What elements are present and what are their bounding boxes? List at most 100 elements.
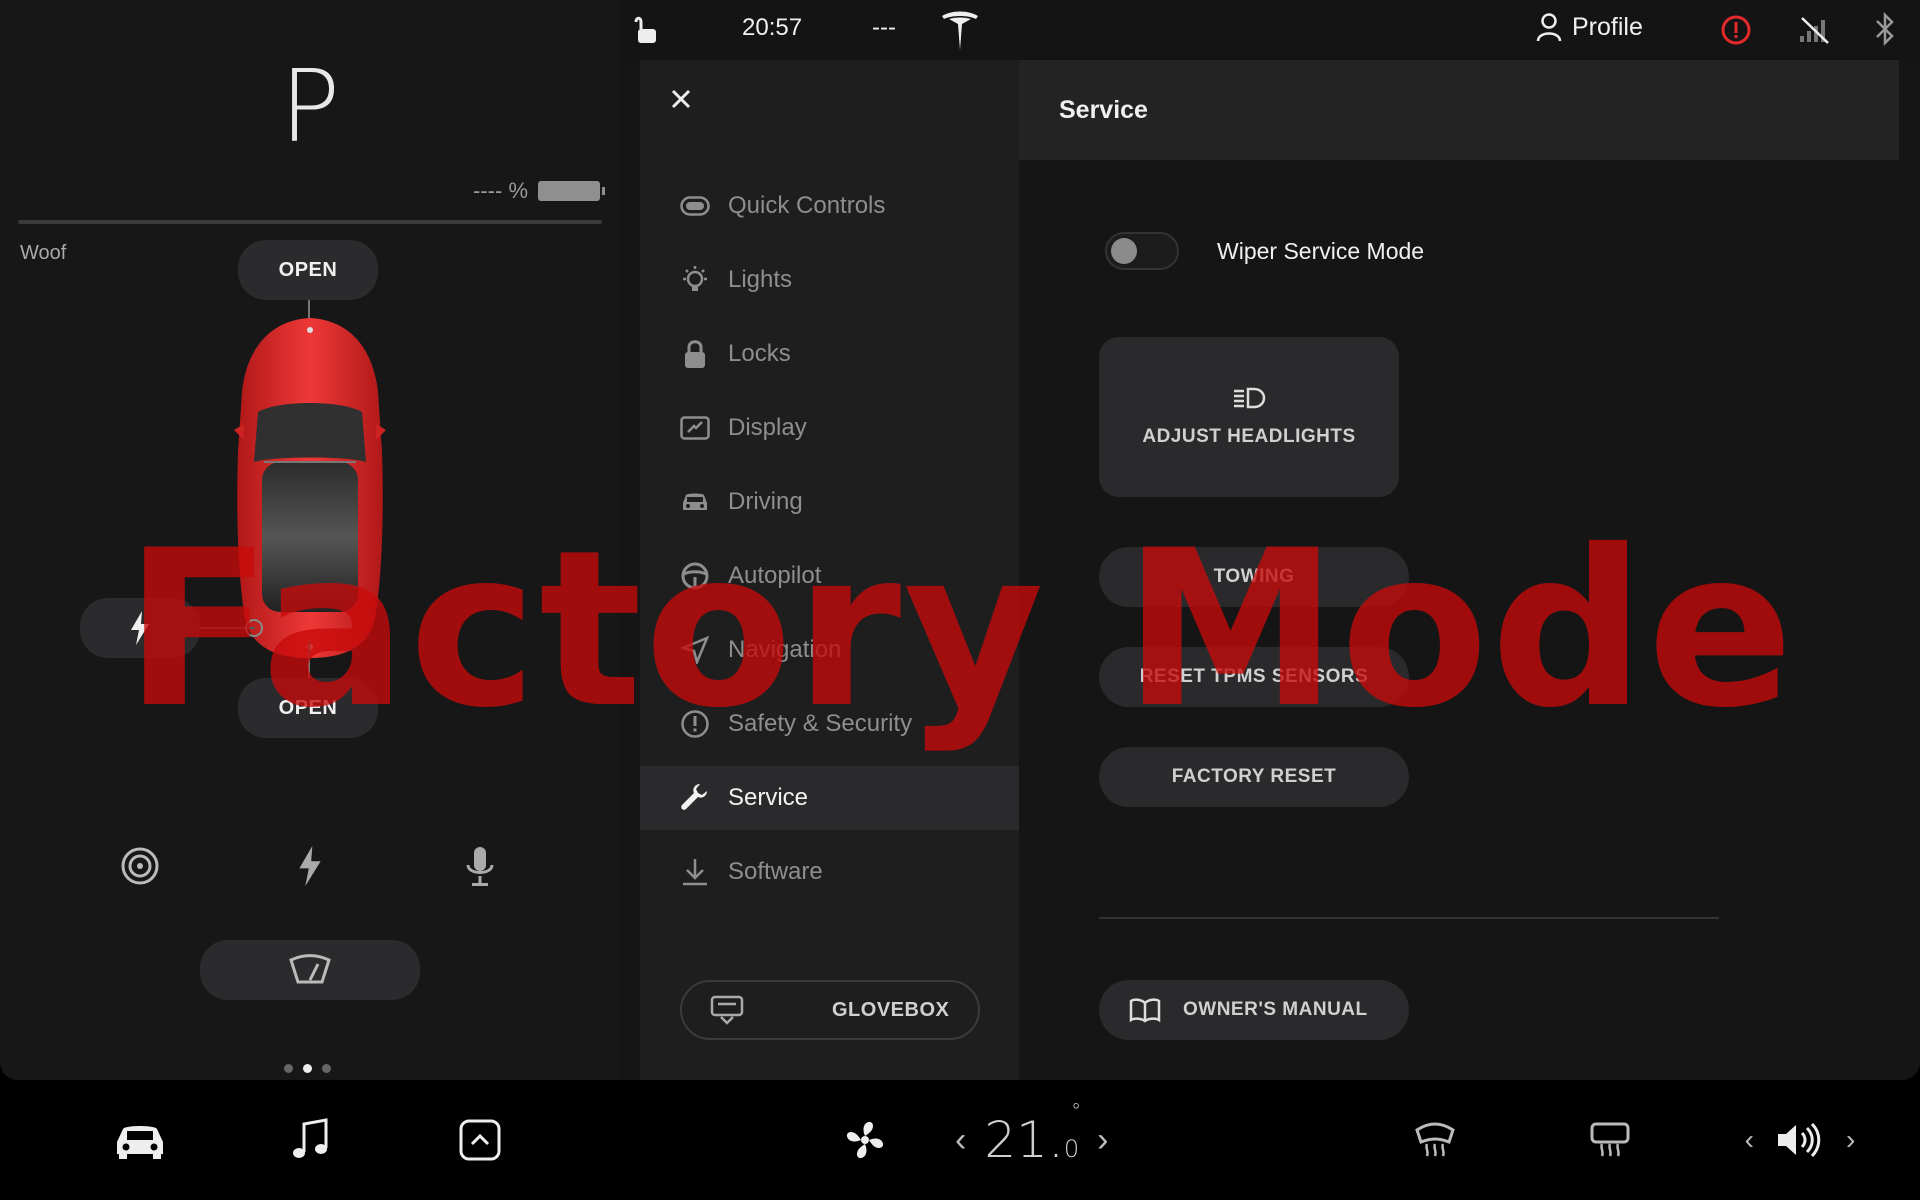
menu-item-label: Autopilot — [728, 562, 822, 589]
camera-button[interactable] — [110, 836, 170, 896]
reset-tpms-button[interactable]: RESET TPMS SENSORS — [1099, 647, 1409, 707]
car-icon — [683, 493, 707, 510]
quick-icons-row — [0, 836, 620, 896]
menu-item-label: Quick Controls — [728, 192, 886, 219]
menu-item-lights[interactable]: Lights — [640, 248, 1020, 312]
owners-manual-button[interactable]: OWNER'S MANUAL — [1099, 980, 1409, 1040]
speaker-icon[interactable] — [1774, 1120, 1826, 1160]
volume-up-chevron-icon[interactable]: › — [1846, 1124, 1855, 1156]
menu-item-driving[interactable]: Driving — [640, 470, 1020, 534]
music-button[interactable] — [280, 1110, 340, 1170]
fan-icon — [846, 1121, 884, 1159]
wiper-service-mode-toggle[interactable] — [1105, 232, 1179, 270]
page-dot-active[interactable] — [303, 1064, 312, 1073]
adjust-headlights-label: ADJUST HEADLIGHTS — [1142, 426, 1356, 447]
app-launcher-button[interactable] — [450, 1110, 510, 1170]
battery-indicator: ---- % — [473, 178, 605, 204]
unlock-icon[interactable] — [634, 14, 658, 46]
bluetooth-icon[interactable] — [1874, 12, 1896, 46]
battery-icon — [538, 181, 605, 201]
settings-menu: Quick Controls Lights Locks Display Driv… — [640, 60, 1020, 1080]
clock: 20:57 — [742, 14, 803, 41]
menu-item-label: Software — [728, 858, 823, 885]
wiper-service-mode-row: Wiper Service Mode — [1105, 232, 1424, 270]
menu-item-label: Display — [728, 414, 807, 441]
person-icon — [1536, 13, 1562, 42]
status-bar: 20:57 --- Profile — [620, 0, 1920, 60]
menu-item-display[interactable]: Display — [640, 396, 1020, 460]
menu-item-navigation[interactable]: Navigation — [640, 618, 1020, 682]
temp-down-chevron-icon[interactable]: ‹ — [955, 1121, 966, 1160]
gear-indicator: P — [279, 48, 341, 165]
headlight-icon — [1234, 387, 1266, 409]
car-button[interactable] — [110, 1110, 170, 1170]
owners-manual-label: OWNER'S MANUAL — [1183, 999, 1368, 1020]
divider — [18, 220, 602, 224]
charge-port-marker — [245, 619, 263, 637]
menu-item-label: Locks — [728, 340, 791, 367]
toggle-knob — [1111, 238, 1137, 264]
towing-button[interactable]: TOWING — [1099, 547, 1409, 607]
menu-item-autopilot[interactable]: Autopilot — [640, 544, 1020, 608]
adjust-headlights-button[interactable]: ADJUST HEADLIGHTS — [1099, 337, 1399, 497]
page-dot[interactable] — [322, 1064, 331, 1073]
temperature-value[interactable]: 21.0 ° — [984, 1099, 1081, 1169]
page-title: Service — [1019, 60, 1899, 160]
battery-percent: ---- % — [473, 178, 528, 203]
climate-temperature: ‹ 21.0 ° › — [955, 1080, 1108, 1200]
temp-up-chevron-icon[interactable]: › — [1097, 1121, 1108, 1160]
microphone-icon — [466, 847, 494, 886]
menu-item-service[interactable]: Service — [640, 766, 1020, 830]
glovebox-icon — [710, 995, 744, 1025]
front-defrost-button[interactable] — [1405, 1110, 1465, 1170]
voice-button[interactable] — [450, 836, 510, 896]
menu-item-label: Lights — [728, 266, 793, 293]
page-indicator — [284, 1064, 331, 1073]
volume-down-chevron-icon[interactable]: ‹ — [1745, 1124, 1754, 1156]
menu-item-software[interactable]: Software — [640, 840, 1020, 904]
front-defrost-icon — [1415, 1122, 1455, 1157]
rear-defrost-button[interactable] — [1580, 1110, 1640, 1170]
page-dot[interactable] — [284, 1064, 293, 1073]
lightning-icon — [131, 611, 149, 645]
menu-item-label: Driving — [728, 488, 803, 515]
car-panel: P ---- % Woof OPEN OPEN — [0, 0, 620, 1080]
wrench-icon — [681, 784, 707, 810]
profile-label: Profile — [1572, 12, 1643, 41]
wiper-button[interactable] — [200, 940, 420, 1000]
outside-temp: --- — [872, 14, 896, 41]
menu-item-locks[interactable]: Locks — [640, 322, 1020, 386]
rear-defrost-icon — [1590, 1122, 1630, 1157]
charge-port-button[interactable] — [80, 598, 200, 658]
close-icon[interactable] — [666, 84, 696, 114]
navigation-icon — [681, 636, 709, 664]
factory-reset-button[interactable]: FACTORY RESET — [1099, 747, 1409, 807]
wiper-service-mode-label: Wiper Service Mode — [1217, 237, 1425, 264]
fan-button[interactable] — [835, 1110, 895, 1170]
open-frunk-button[interactable]: OPEN — [238, 240, 378, 300]
menu-item-safety-security[interactable]: Safety & Security — [640, 692, 1020, 756]
tesla-logo-icon[interactable] — [940, 10, 980, 52]
glovebox-button[interactable]: GLOVEBOX — [680, 980, 980, 1040]
menu-item-label: Service — [728, 784, 809, 811]
book-icon — [1129, 998, 1161, 1023]
main-screen: P ---- % Woof OPEN OPEN 20:57 --- Profil… — [0, 0, 1920, 1080]
profile-button[interactable]: Profile — [1536, 12, 1643, 42]
service-panel: Service Wiper Service Mode ADJUST HEADLI… — [1019, 60, 1899, 1080]
car-top-view — [234, 318, 386, 658]
camera-icon — [121, 847, 159, 885]
menu-item-quick-controls[interactable]: Quick Controls — [640, 174, 1020, 238]
trunk-connector — [308, 640, 310, 678]
glovebox-label: GLOVEBOX — [832, 998, 950, 1021]
charging-button[interactable] — [280, 836, 340, 896]
chevron-up-box-icon — [459, 1119, 501, 1161]
alert-icon[interactable] — [1720, 14, 1752, 46]
display-icon — [680, 416, 710, 440]
alert-icon — [681, 710, 709, 738]
toggle-icon — [680, 196, 710, 216]
steering-wheel-icon — [681, 562, 709, 590]
open-trunk-button[interactable]: OPEN — [238, 678, 378, 738]
divider — [1099, 917, 1719, 919]
download-icon — [683, 859, 707, 886]
volume-control: ‹ › — [1700, 1110, 1900, 1170]
